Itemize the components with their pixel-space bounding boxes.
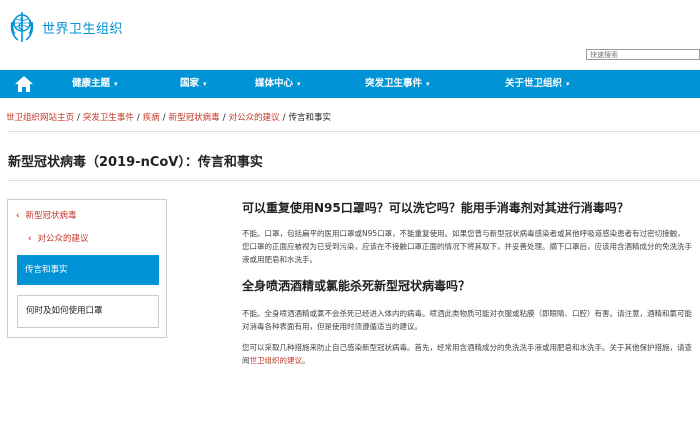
breadcrumb-separator: / <box>282 113 286 123</box>
chevron-left-icon: ‹ <box>28 234 32 244</box>
logo-text: 世界卫生组织 <box>42 21 124 37</box>
divider <box>8 180 700 181</box>
answer-paragraph: 您可以采取几种措施来防止自己感染新型冠状病毒。首先，经常用含酒精成分的免洗洗手液… <box>242 341 692 367</box>
nav-label: 媒体中心 <box>255 78 294 89</box>
answer-paragraph: 不能。全身喷洒酒精或氯不会杀死已经进入体内的病毒。喷洒此类物质可能对衣服或粘膜（… <box>242 309 692 331</box>
breadcrumb-separator: / <box>162 113 166 123</box>
nav-about-who[interactable]: 关于世卫组织 ▾ <box>505 70 570 98</box>
nav-emergencies[interactable]: 突发卫生事件 ▾ <box>365 70 430 98</box>
breadcrumb-separator: / <box>77 113 80 123</box>
nav-label: 国家 <box>180 78 200 89</box>
chevron-down-icon: ▾ <box>566 80 570 88</box>
paragraph-end: 。 <box>302 356 310 365</box>
question-heading: 全身喷洒酒精或氯能杀死新型冠状病毒吗？ <box>242 279 471 293</box>
divider <box>8 131 700 132</box>
sidebar-nav: ‹ 新型冠状病毒 ‹ 对公众的建议 传言和事实 何时及如何使用口罩 <box>7 199 167 338</box>
sidebar-item-myth-busters[interactable]: 传言和事实 <box>17 255 159 285</box>
nav-health-topics[interactable]: 健康主题 ▾ <box>72 70 118 98</box>
breadcrumb-separator: / <box>136 113 140 123</box>
search-input[interactable] <box>586 49 700 60</box>
answer-paragraph: 不能。口罩，包括扁平的医用口罩或N95口罩，不能重复使用。如果您曾与新型冠状病毒… <box>242 229 692 264</box>
main-nav: 健康主题 ▾ 国家 ▾ 媒体中心 ▾ 突发卫生事件 ▾ 关于世卫组织 ▾ <box>0 70 700 98</box>
sidebar-item-masks[interactable]: 何时及如何使用口罩 <box>17 295 159 328</box>
page-title: 新型冠状病毒（2019-nCoV）：传言和事实 <box>8 155 263 170</box>
chevron-down-icon: ▾ <box>203 80 207 88</box>
nav-label: 关于世卫组织 <box>505 78 563 89</box>
home-icon[interactable] <box>14 74 34 94</box>
chevron-left-icon: ‹ <box>16 211 20 221</box>
nav-media-centre[interactable]: 媒体中心 ▾ <box>255 70 301 98</box>
chevron-down-icon: ▾ <box>426 80 430 88</box>
nav-countries[interactable]: 国家 ▾ <box>180 70 207 98</box>
who-emblem-icon <box>10 12 34 42</box>
breadcrumb-link[interactable]: 对公众的建议 <box>229 113 280 123</box>
nav-label: 健康主题 <box>72 78 111 89</box>
breadcrumb-current: 传言和事实 <box>288 113 331 123</box>
sidebar-item-label: 对公众的建议 <box>37 234 89 244</box>
breadcrumb-link[interactable]: 疾病 <box>143 113 160 123</box>
sidebar-item-label: 新型冠状病毒 <box>25 211 77 221</box>
chevron-down-icon: ▾ <box>114 80 118 88</box>
nav-label: 突发卫生事件 <box>365 78 423 89</box>
breadcrumb-link[interactable]: 新型冠状病毒 <box>169 113 220 123</box>
breadcrumb-link[interactable]: 突发卫生事件 <box>83 113 134 123</box>
sidebar-item-ncov[interactable]: ‹ 新型冠状病毒 <box>16 209 77 221</box>
main-content: 可以重复使用N95口罩吗？可以洗它吗？能用手消毒剂对其进行消毒吗？ 不能。口罩，… <box>242 200 692 367</box>
question-heading: 可以重复使用N95口罩吗？可以洗它吗？能用手消毒剂对其进行消毒吗？ <box>242 201 629 215</box>
breadcrumb: 世卫组织网站主页 / 突发卫生事件 / 疾病 / 新型冠状病毒 / 对公众的建议 / 传言和事实 <box>6 111 331 123</box>
breadcrumb-link[interactable]: 世卫组织网站主页 <box>6 113 74 123</box>
who-logo[interactable]: 世界卫生组织 <box>8 8 123 46</box>
sidebar-item-advice[interactable]: ‹ 对公众的建议 <box>28 232 89 244</box>
paragraph-text: 您可以采取几种措施来防止自己感染新型冠状病毒。首先，经常用含酒精成分的免洗洗手液… <box>242 343 692 365</box>
who-advice-link[interactable]: 世卫组织的建议 <box>250 356 303 365</box>
chevron-down-icon: ▾ <box>297 80 301 88</box>
breadcrumb-separator: / <box>222 113 226 123</box>
